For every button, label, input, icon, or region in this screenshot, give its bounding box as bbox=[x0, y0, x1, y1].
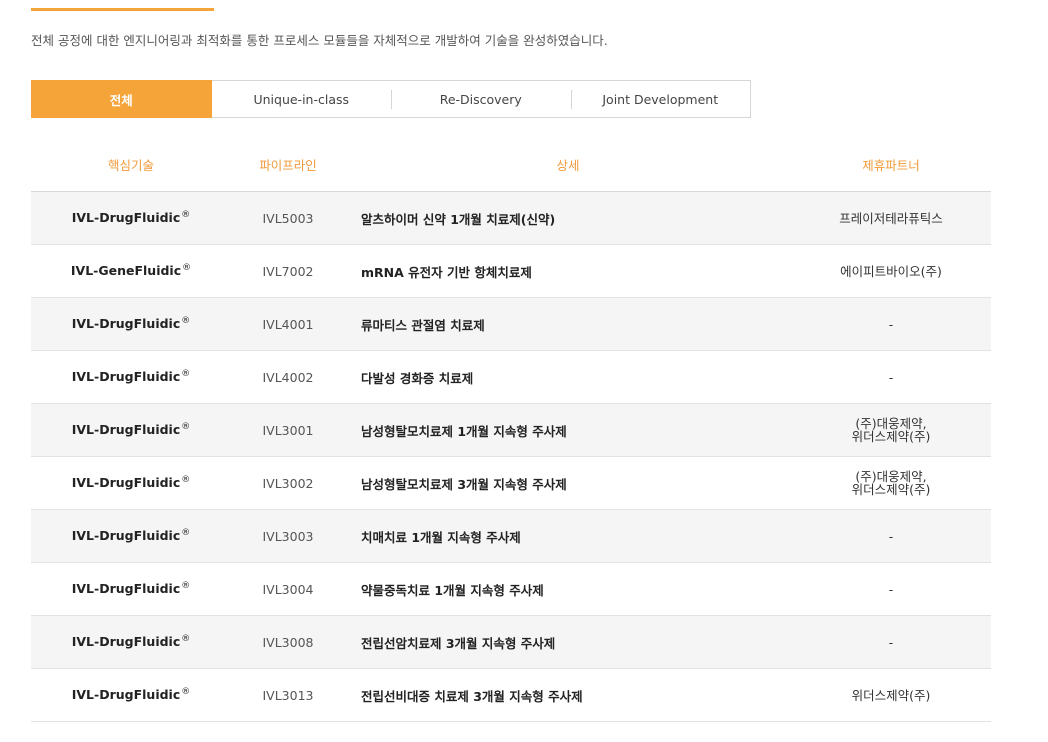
section-accent-bar bbox=[31, 8, 214, 11]
table-row: IVL-DrugFluidic® IVL3004 약물중독치료 1개월 지속형 … bbox=[31, 562, 991, 616]
header-partner: 제휴파트너 bbox=[791, 137, 991, 192]
partner-cell: (주)대웅제약, 위더스제약(주) bbox=[791, 403, 991, 457]
pipeline-code-cell: IVL4002 bbox=[231, 350, 345, 404]
header-pipeline: 파이프라인 bbox=[231, 137, 345, 192]
partner-cell: - bbox=[791, 297, 991, 351]
detail-cell: 전립선비대증 치료제 3개월 지속형 주사제 bbox=[345, 668, 791, 722]
partner-cell: 위더스제약(주) bbox=[791, 668, 991, 722]
core-tech-cell: IVL-DrugFluidic® bbox=[31, 191, 231, 245]
tab-all[interactable]: 전체 bbox=[31, 80, 212, 118]
partner-cell: - bbox=[791, 615, 991, 669]
filter-tabs: 전체 Unique-in-class Re-Discovery Joint De… bbox=[31, 80, 751, 118]
tab-joint-development[interactable]: Joint Development bbox=[570, 81, 751, 117]
pipeline-code-cell: IVL3001 bbox=[231, 403, 345, 457]
table-row: IVL-DrugFluidic® IVL3002 남성형탈모치료제 3개월 지속… bbox=[31, 456, 991, 510]
partner-cell: - bbox=[791, 509, 991, 563]
pipeline-code-cell: IVL3002 bbox=[231, 456, 345, 510]
header-detail: 상세 bbox=[345, 137, 791, 192]
partner-cell: 에이피트바이오(주) bbox=[791, 244, 991, 298]
table-row: IVL-DrugFluidic® IVL4001 류마티스 관절염 치료제 - bbox=[31, 297, 991, 351]
core-tech-cell: IVL-DrugFluidic® bbox=[31, 350, 231, 404]
partner-cell: 프레이저테라퓨틱스 bbox=[791, 191, 991, 245]
partner-cell: - bbox=[791, 350, 991, 404]
core-tech-cell: IVL-DrugFluidic® bbox=[31, 668, 231, 722]
pipeline-code-cell: IVL3008 bbox=[231, 615, 345, 669]
detail-cell: 치매치료 1개월 지속형 주사제 bbox=[345, 509, 791, 563]
table-row: IVL-DrugFluidic® IVL3001 남성형탈모치료제 1개월 지속… bbox=[31, 403, 991, 457]
table-header-row: 핵심기술 파이프라인 상세 제휴파트너 bbox=[31, 137, 991, 192]
table-row: IVL-GeneFluidic® IVL7002 mRNA 유전자 기반 항체치… bbox=[31, 244, 991, 298]
detail-cell: 류마티스 관절염 치료제 bbox=[345, 297, 791, 351]
core-tech-cell: IVL-DrugFluidic® bbox=[31, 403, 231, 457]
table-row: IVL-DrugFluidic® IVL3013 전립선비대증 치료제 3개월 … bbox=[31, 668, 991, 722]
core-tech-cell: IVL-DrugFluidic® bbox=[31, 615, 231, 669]
detail-cell: 알츠하이머 신약 1개월 치료제(신약) bbox=[345, 191, 791, 245]
table-row: IVL-DrugFluidic® IVL4002 다발성 경화증 치료제 - bbox=[31, 350, 991, 404]
detail-cell: 남성형탈모치료제 1개월 지속형 주사제 bbox=[345, 403, 791, 457]
intro-text: 전체 공정에 대한 엔지니어링과 최적화를 통한 프로세스 모듈들을 자체적으로… bbox=[31, 33, 608, 48]
core-tech-cell: IVL-DrugFluidic® bbox=[31, 509, 231, 563]
detail-cell: mRNA 유전자 기반 항체치료제 bbox=[345, 244, 791, 298]
tab-re-discovery[interactable]: Re-Discovery bbox=[391, 81, 571, 117]
tab-unique-in-class[interactable]: Unique-in-class bbox=[212, 81, 392, 117]
detail-cell: 약물중독치료 1개월 지속형 주사제 bbox=[345, 562, 791, 616]
pipeline-code-cell: IVL3013 bbox=[231, 668, 345, 722]
pipeline-code-cell: IVL5003 bbox=[231, 191, 345, 245]
partner-cell: (주)대웅제약, 위더스제약(주) bbox=[791, 456, 991, 510]
table-row: IVL-DrugFluidic® IVL3003 치매치료 1개월 지속형 주사… bbox=[31, 509, 991, 563]
table-row: IVL-DrugFluidic® IVL3008 전립선암치료제 3개월 지속형… bbox=[31, 615, 991, 669]
detail-cell: 다발성 경화증 치료제 bbox=[345, 350, 791, 404]
table-row: IVL-DrugFluidic® IVL5003 알츠하이머 신약 1개월 치료… bbox=[31, 191, 991, 245]
detail-cell: 남성형탈모치료제 3개월 지속형 주사제 bbox=[345, 456, 791, 510]
core-tech-cell: IVL-DrugFluidic® bbox=[31, 297, 231, 351]
core-tech-cell: IVL-DrugFluidic® bbox=[31, 562, 231, 616]
core-tech-cell: IVL-GeneFluidic® bbox=[31, 244, 231, 298]
header-core-tech: 핵심기술 bbox=[31, 137, 231, 192]
pipeline-code-cell: IVL4001 bbox=[231, 297, 345, 351]
pipeline-table: 핵심기술 파이프라인 상세 제휴파트너 IVL-DrugFluidic® IVL… bbox=[31, 137, 991, 722]
partner-cell: - bbox=[791, 562, 991, 616]
core-tech-cell: IVL-DrugFluidic® bbox=[31, 456, 231, 510]
pipeline-code-cell: IVL3004 bbox=[231, 562, 345, 616]
detail-cell: 전립선암치료제 3개월 지속형 주사제 bbox=[345, 615, 791, 669]
pipeline-code-cell: IVL3003 bbox=[231, 509, 345, 563]
pipeline-code-cell: IVL7002 bbox=[231, 244, 345, 298]
